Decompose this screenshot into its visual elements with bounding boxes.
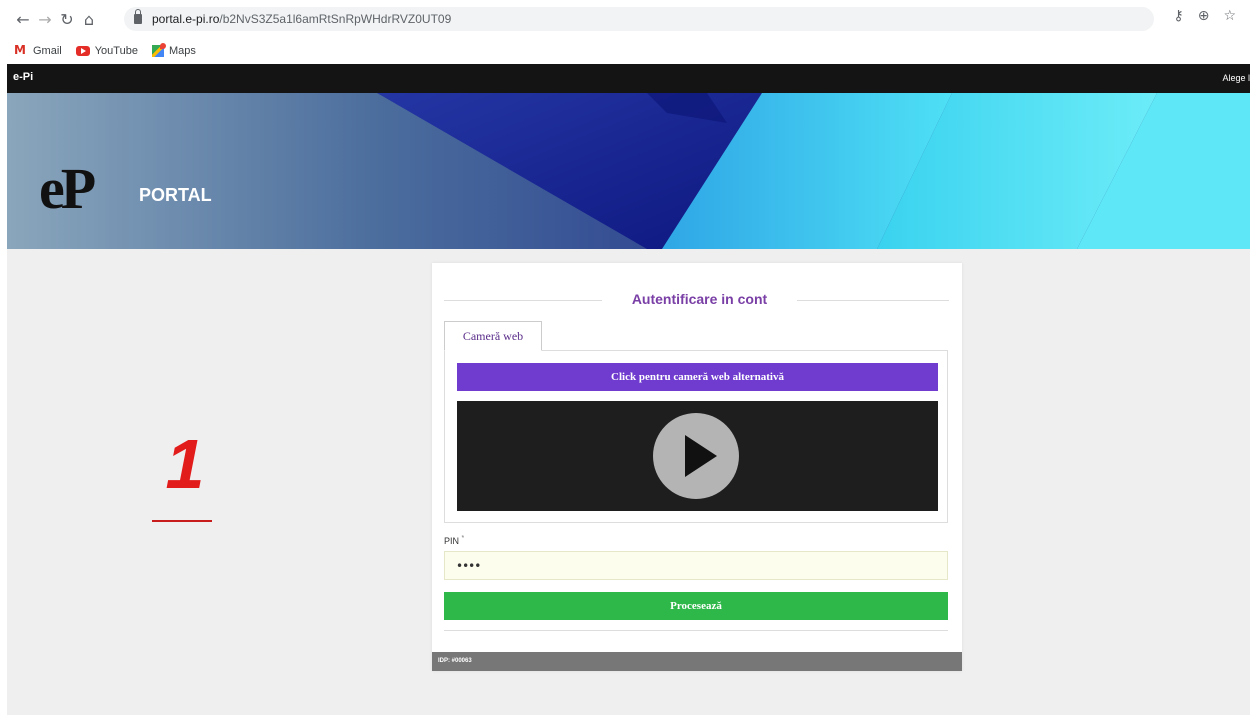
back-arrow-icon[interactable]: ← <box>12 8 34 30</box>
youtube-icon <box>75 46 90 56</box>
language-selector[interactable]: Alege l <box>1222 73 1250 83</box>
url-text: portal.e-pi.ro/b2NvS3Z5a1l6amRtSnRpWHdrR… <box>152 12 451 26</box>
bookmark-label: Maps <box>168 45 196 57</box>
url-path: /b2NvS3Z5a1l6amRtSnRpWHdrRVZ0UT09 <box>219 12 452 26</box>
browser-toolbar: ← → ↻ ⌂ portal.e-pi.ro/b2NvS3Z5a1l6amRtS… <box>0 0 1250 38</box>
webcam-panel: Click pentru cameră web alternativă <box>444 350 948 523</box>
step-number-annotation: 1 <box>165 425 205 503</box>
pin-input[interactable] <box>444 551 948 580</box>
bookmarks-bar: Gmail YouTube Maps <box>0 38 1250 64</box>
tab-webcam[interactable]: Cameră web <box>444 321 542 351</box>
gmail-icon <box>14 43 28 57</box>
header-banner: eP PORTAL <box>7 93 1250 249</box>
url-bar[interactable]: portal.e-pi.ro/b2NvS3Z5a1l6amRtSnRpWHdrR… <box>124 7 1154 31</box>
login-card: Autentificare in cont Cameră web Click p… <box>432 263 962 671</box>
brand-link[interactable]: e-Pi <box>13 71 33 83</box>
ep-logo: eP <box>39 156 96 221</box>
star-icon[interactable]: ☆ <box>1223 8 1236 24</box>
forward-arrow-icon[interactable]: → <box>34 8 56 30</box>
alternative-webcam-button[interactable]: Click pentru cameră web alternativă <box>457 363 938 391</box>
pin-label: PIN * <box>444 535 464 546</box>
page-body: 1 Autentificare in cont Cameră web Click… <box>7 249 1250 715</box>
reload-icon[interactable]: ↻ <box>56 8 78 30</box>
divider <box>797 300 949 301</box>
app-topbar: e-Pi Alege l <box>7 64 1250 93</box>
bookmark-youtube[interactable]: YouTube <box>75 45 138 57</box>
webcam-video[interactable] <box>457 401 938 511</box>
lock-icon <box>134 9 142 24</box>
play-icon[interactable] <box>653 413 739 499</box>
divider <box>444 300 602 301</box>
bookmark-label: YouTube <box>94 45 138 57</box>
step-underline <box>152 520 212 522</box>
process-button[interactable]: Procesează <box>444 592 948 620</box>
pin-label-text: PIN <box>444 536 460 546</box>
banner-background <box>7 93 1250 249</box>
login-legend: Autentificare in cont <box>631 291 768 307</box>
card-footer: IDP: #00063 <box>432 652 962 671</box>
divider <box>444 630 948 631</box>
required-mark: * <box>461 535 465 542</box>
home-icon[interactable]: ⌂ <box>78 8 100 30</box>
bookmark-gmail[interactable]: Gmail <box>14 43 62 57</box>
url-host: portal.e-pi.ro <box>152 12 220 26</box>
key-icon[interactable]: ⚷ <box>1173 8 1183 24</box>
portal-title: PORTAL <box>139 185 212 205</box>
bookmark-label: Gmail <box>33 45 62 57</box>
bookmark-maps[interactable]: Maps <box>151 43 196 57</box>
zoom-icon[interactable]: ⊕ <box>1198 8 1210 24</box>
maps-icon <box>151 43 166 57</box>
